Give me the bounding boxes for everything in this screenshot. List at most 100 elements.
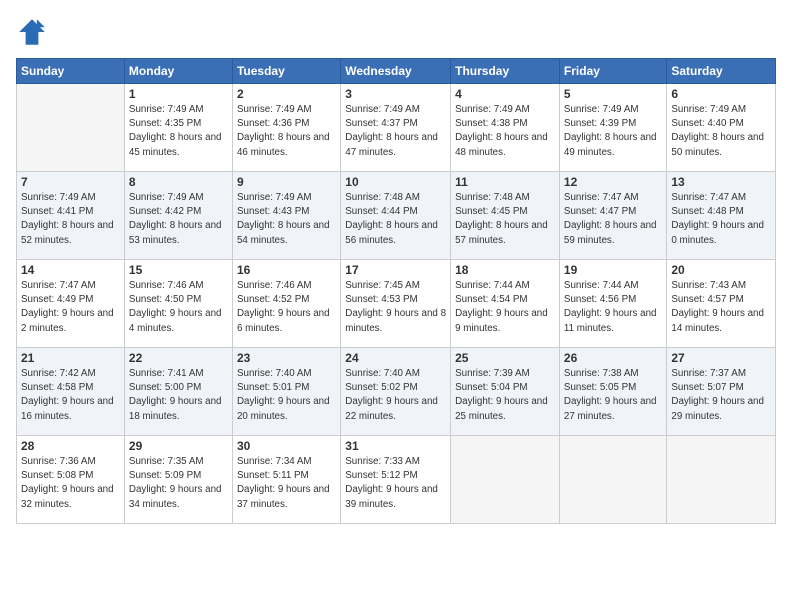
day-info: Sunrise: 7:46 AMSunset: 4:50 PMDaylight:…: [129, 279, 228, 336]
calendar-cell: 3Sunrise: 7:49 AMSunset: 4:37 PMDaylight…: [341, 84, 451, 172]
calendar-week-row: 14 Sunrise: 7:47 AMSunset: 4:49 PMDayligh…: [17, 260, 776, 348]
day-number: 4: [455, 87, 555, 101]
calendar-cell: 15 Sunrise: 7:46 AMSunset: 4:50 PMDayligh…: [124, 260, 232, 348]
day-info: Sunrise: 7:46 AMSunset: 4:52 PMDaylight:…: [237, 279, 336, 336]
day-number: 10: [345, 175, 446, 189]
calendar-cell: 9 Sunrise: 7:49 AMSunset: 4:43 PMDaylight…: [232, 172, 340, 260]
calendar-cell: 11 Sunrise: 7:48 AMSunset: 4:45 PMDayligh…: [451, 172, 560, 260]
calendar-cell: [17, 84, 125, 172]
day-info: Sunrise: 7:47 AMSunset: 4:47 PMDaylight:…: [564, 191, 662, 248]
page-header: [16, 16, 776, 48]
logo: [16, 16, 52, 48]
calendar-cell: 25 Sunrise: 7:39 AMSunset: 5:04 PMDayligh…: [451, 348, 560, 436]
calendar-week-row: 28Sunrise: 7:36 AMSunset: 5:08 PMDayligh…: [17, 436, 776, 524]
day-info: Sunrise: 7:49 AMSunset: 4:36 PMDaylight:…: [237, 103, 336, 160]
day-info: Sunrise: 7:47 AMSunset: 4:48 PMDaylight:…: [671, 191, 771, 248]
day-number: 9: [237, 175, 336, 189]
calendar-cell: 6 Sunrise: 7:49 AMSunset: 4:40 PMDaylight…: [667, 84, 776, 172]
calendar-cell: 4Sunrise: 7:49 AMSunset: 4:38 PMDaylight…: [451, 84, 560, 172]
calendar-cell: 18Sunrise: 7:44 AMSunset: 4:54 PMDayligh…: [451, 260, 560, 348]
day-info: Sunrise: 7:38 AMSunset: 5:05 PMDaylight:…: [564, 367, 662, 424]
day-number: 17: [345, 263, 446, 277]
calendar-cell: 1 Sunrise: 7:49 AMSunset: 4:35 PMDaylight…: [124, 84, 232, 172]
day-number: 26: [564, 351, 662, 365]
day-info: Sunrise: 7:37 AMSunset: 5:07 PMDaylight:…: [671, 367, 771, 424]
calendar-header-saturday: Saturday: [667, 59, 776, 84]
day-info: Sunrise: 7:41 AMSunset: 5:00 PMDaylight:…: [129, 367, 228, 424]
calendar-table: SundayMondayTuesdayWednesdayThursdayFrid…: [16, 58, 776, 524]
calendar-cell: 12 Sunrise: 7:47 AMSunset: 4:47 PMDayligh…: [559, 172, 666, 260]
day-info: Sunrise: 7:49 AMSunset: 4:43 PMDaylight:…: [237, 191, 336, 248]
day-number: 31: [345, 439, 446, 453]
calendar-header-friday: Friday: [559, 59, 666, 84]
calendar-cell: 7Sunrise: 7:49 AMSunset: 4:41 PMDaylight…: [17, 172, 125, 260]
calendar-cell: 5 Sunrise: 7:49 AMSunset: 4:39 PMDaylight…: [559, 84, 666, 172]
day-info: Sunrise: 7:47 AMSunset: 4:49 PMDaylight:…: [21, 279, 120, 336]
calendar-cell: 20Sunrise: 7:43 AMSunset: 4:57 PMDayligh…: [667, 260, 776, 348]
calendar-cell: 24Sunrise: 7:40 AMSunset: 5:02 PMDayligh…: [341, 348, 451, 436]
day-number: 3: [345, 87, 446, 101]
calendar-header-sunday: Sunday: [17, 59, 125, 84]
day-info: Sunrise: 7:48 AMSunset: 4:45 PMDaylight:…: [455, 191, 555, 248]
day-number: 22: [129, 351, 228, 365]
calendar-cell: 26 Sunrise: 7:38 AMSunset: 5:05 PMDayligh…: [559, 348, 666, 436]
calendar-cell: 22 Sunrise: 7:41 AMSunset: 5:00 PMDayligh…: [124, 348, 232, 436]
calendar-header-wednesday: Wednesday: [341, 59, 451, 84]
day-number: 24: [345, 351, 446, 365]
calendar-cell: [451, 436, 560, 524]
day-number: 27: [671, 351, 771, 365]
day-number: 13: [671, 175, 771, 189]
day-info: Sunrise: 7:35 AMSunset: 5:09 PMDaylight:…: [129, 455, 228, 512]
day-info: Sunrise: 7:34 AMSunset: 5:11 PMDaylight:…: [237, 455, 336, 512]
day-number: 18: [455, 263, 555, 277]
day-number: 1: [129, 87, 228, 101]
day-number: 25: [455, 351, 555, 365]
day-number: 12: [564, 175, 662, 189]
day-info: Sunrise: 7:45 AMSunset: 4:53 PMDaylight:…: [345, 279, 446, 336]
day-info: Sunrise: 7:49 AMSunset: 4:42 PMDaylight:…: [129, 191, 228, 248]
calendar-cell: 31 Sunrise: 7:33 AMSunset: 5:12 PMDayligh…: [341, 436, 451, 524]
calendar-header-tuesday: Tuesday: [232, 59, 340, 84]
day-info: Sunrise: 7:40 AMSunset: 5:01 PMDaylight:…: [237, 367, 336, 424]
day-info: Sunrise: 7:36 AMSunset: 5:08 PMDaylight:…: [21, 455, 120, 512]
calendar-cell: 16 Sunrise: 7:46 AMSunset: 4:52 PMDayligh…: [232, 260, 340, 348]
day-info: Sunrise: 7:33 AMSunset: 5:12 PMDaylight:…: [345, 455, 446, 512]
calendar-cell: 23Sunrise: 7:40 AMSunset: 5:01 PMDayligh…: [232, 348, 340, 436]
calendar-cell: 8 Sunrise: 7:49 AMSunset: 4:42 PMDaylight…: [124, 172, 232, 260]
day-number: 29: [129, 439, 228, 453]
calendar-cell: 14 Sunrise: 7:47 AMSunset: 4:49 PMDayligh…: [17, 260, 125, 348]
calendar-cell: [559, 436, 666, 524]
calendar-week-row: 7Sunrise: 7:49 AMSunset: 4:41 PMDaylight…: [17, 172, 776, 260]
day-number: 19: [564, 263, 662, 277]
day-number: 2: [237, 87, 336, 101]
calendar-header-row: SundayMondayTuesdayWednesdayThursdayFrid…: [17, 59, 776, 84]
day-info: Sunrise: 7:49 AMSunset: 4:41 PMDaylight:…: [21, 191, 120, 248]
calendar-cell: 29 Sunrise: 7:35 AMSunset: 5:09 PMDayligh…: [124, 436, 232, 524]
day-info: Sunrise: 7:44 AMSunset: 4:56 PMDaylight:…: [564, 279, 662, 336]
calendar-header-monday: Monday: [124, 59, 232, 84]
calendar-cell: 13 Sunrise: 7:47 AMSunset: 4:48 PMDayligh…: [667, 172, 776, 260]
calendar-week-row: 1 Sunrise: 7:49 AMSunset: 4:35 PMDaylight…: [17, 84, 776, 172]
calendar-cell: 28Sunrise: 7:36 AMSunset: 5:08 PMDayligh…: [17, 436, 125, 524]
calendar-cell: 19 Sunrise: 7:44 AMSunset: 4:56 PMDayligh…: [559, 260, 666, 348]
day-number: 11: [455, 175, 555, 189]
day-number: 5: [564, 87, 662, 101]
calendar-cell: 27 Sunrise: 7:37 AMSunset: 5:07 PMDayligh…: [667, 348, 776, 436]
day-info: Sunrise: 7:39 AMSunset: 5:04 PMDaylight:…: [455, 367, 555, 424]
calendar-cell: 21 Sunrise: 7:42 AMSunset: 4:58 PMDayligh…: [17, 348, 125, 436]
day-number: 15: [129, 263, 228, 277]
day-info: Sunrise: 7:42 AMSunset: 4:58 PMDaylight:…: [21, 367, 120, 424]
day-number: 14: [21, 263, 120, 277]
calendar-week-row: 21 Sunrise: 7:42 AMSunset: 4:58 PMDayligh…: [17, 348, 776, 436]
calendar-cell: 30Sunrise: 7:34 AMSunset: 5:11 PMDayligh…: [232, 436, 340, 524]
day-number: 21: [21, 351, 120, 365]
calendar-cell: 10Sunrise: 7:48 AMSunset: 4:44 PMDayligh…: [341, 172, 451, 260]
calendar-header-thursday: Thursday: [451, 59, 560, 84]
day-info: Sunrise: 7:49 AMSunset: 4:35 PMDaylight:…: [129, 103, 228, 160]
logo-icon: [16, 16, 48, 48]
day-info: Sunrise: 7:49 AMSunset: 4:40 PMDaylight:…: [671, 103, 771, 160]
day-info: Sunrise: 7:49 AMSunset: 4:39 PMDaylight:…: [564, 103, 662, 160]
day-number: 6: [671, 87, 771, 101]
day-number: 16: [237, 263, 336, 277]
day-number: 8: [129, 175, 228, 189]
